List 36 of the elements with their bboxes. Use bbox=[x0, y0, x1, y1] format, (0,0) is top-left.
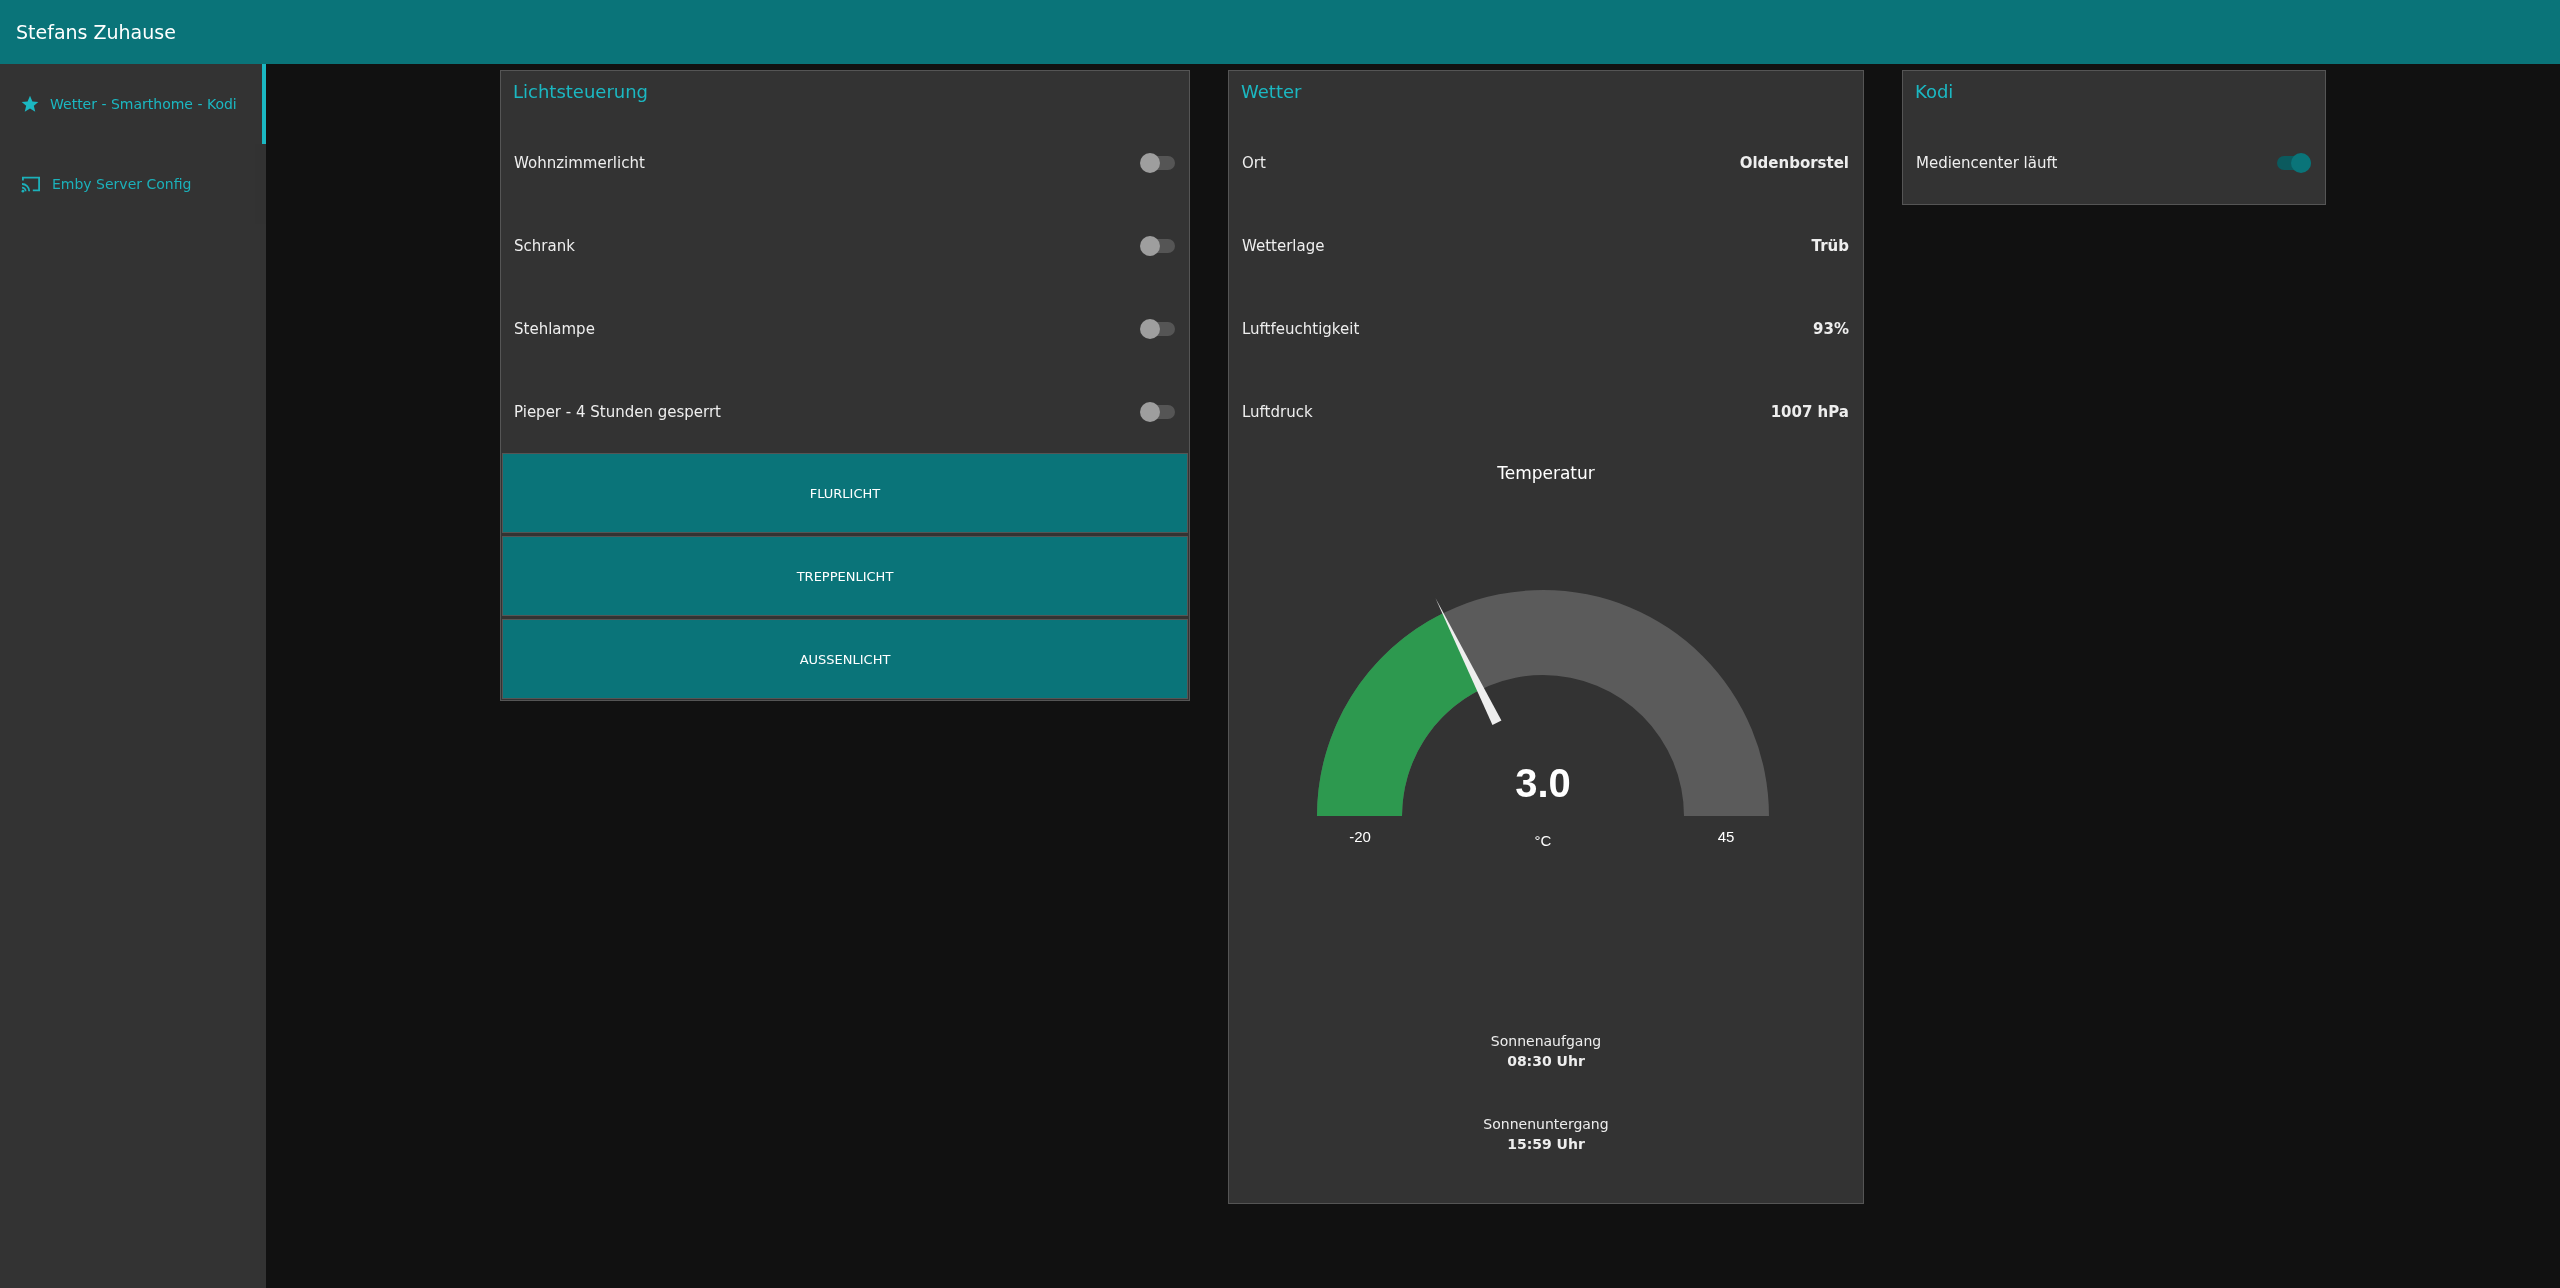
gauge-value: 3.0 bbox=[1515, 763, 1571, 803]
cast-icon bbox=[20, 175, 42, 193]
gauge-min: -20 bbox=[1349, 829, 1371, 844]
sun-time: 15:59 Uhr bbox=[1507, 1136, 1585, 1152]
toggle-switch[interactable] bbox=[1141, 155, 1175, 170]
switch-label: Mediencenter läuft bbox=[1916, 153, 2058, 172]
sun-label: Sonnenuntergang bbox=[1483, 1116, 1609, 1132]
weather-label: Wetterlage bbox=[1242, 236, 1325, 255]
card-title: Lichtsteuerung bbox=[512, 80, 650, 104]
toggle-switch[interactable] bbox=[1141, 404, 1175, 419]
switch-label: Wohnzimmerlicht bbox=[514, 153, 645, 172]
light-button[interactable]: AUSSENLICHT bbox=[502, 619, 1188, 699]
weather-label: Luftdruck bbox=[1242, 402, 1313, 421]
switch-label: Stehlampe bbox=[514, 319, 595, 338]
weather-value: Trüb bbox=[1811, 236, 1849, 255]
star-icon bbox=[20, 94, 40, 114]
gauge-title: Temperatur bbox=[1496, 462, 1596, 483]
weather-value: 93% bbox=[1813, 319, 1849, 338]
app-title: Stefans Zuhause bbox=[16, 21, 176, 43]
gauge-unit: °C bbox=[1534, 833, 1552, 848]
toggle-switch[interactable] bbox=[1141, 321, 1175, 336]
sun-label: Sonnenaufgang bbox=[1490, 1033, 1602, 1049]
gauge-max: 45 bbox=[1717, 829, 1735, 844]
switch-label: Schrank bbox=[514, 236, 575, 255]
weather-value: Oldenborstel bbox=[1739, 153, 1849, 172]
toggle-switch[interactable] bbox=[2277, 155, 2311, 170]
card-title: Wetter bbox=[1240, 80, 1303, 104]
switch-label: Pieper - 4 Stunden gesperrt bbox=[514, 402, 721, 421]
weather-label: Ort bbox=[1242, 153, 1266, 172]
light-button[interactable]: FLURLICHT bbox=[502, 453, 1188, 533]
toggle-switch[interactable] bbox=[1141, 238, 1175, 253]
weather-label: Luftfeuchtigkeit bbox=[1242, 319, 1360, 338]
card-title: Kodi bbox=[1914, 80, 1955, 104]
light-button[interactable]: TREPPENLICHT bbox=[502, 536, 1188, 616]
sun-time: 08:30 Uhr bbox=[1507, 1053, 1585, 1069]
weather-value: 1007 hPa bbox=[1770, 402, 1849, 421]
